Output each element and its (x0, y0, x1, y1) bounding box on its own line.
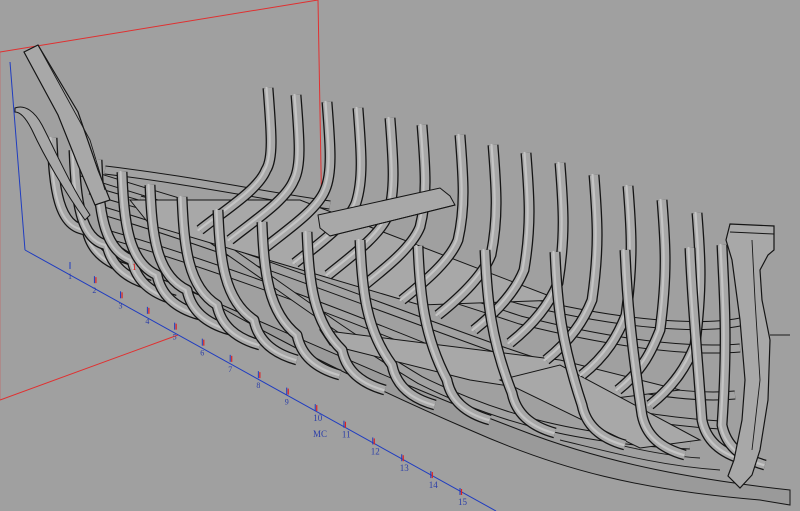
station-label: 5 (173, 333, 177, 342)
station-tick: 4 (145, 306, 150, 326)
station-tick: 2 (92, 276, 97, 295)
station-label: 12 (371, 446, 380, 456)
station-tick: 8 (256, 371, 261, 390)
station-label: 4 (145, 317, 149, 326)
station-label: 15 (458, 497, 468, 507)
station-tick: 5 (173, 322, 177, 342)
station-tick: 12 (371, 437, 380, 456)
station-tick: 13 (400, 454, 410, 473)
station-tick: 10 (313, 404, 323, 423)
station-label: 13 (400, 463, 410, 473)
station-label: 3 (119, 301, 123, 310)
station-tick: 6 (200, 338, 205, 358)
station-tick: 3 (119, 291, 123, 310)
station-tick: 11 (342, 420, 351, 440)
station-label: 6 (200, 349, 204, 358)
station-label: 7 (228, 365, 232, 374)
station-label: 8 (256, 381, 260, 390)
station-label: 1 (68, 272, 72, 281)
extra-marker-label: 1 (132, 262, 137, 272)
3d-viewport[interactable]: 1 2 3 4 5 6 7 8 9 10 11 12 13 14 15 MC 1 (0, 0, 800, 511)
station-tick: 9 (285, 387, 289, 407)
station-label: 2 (92, 286, 96, 295)
station-label: 9 (285, 398, 289, 407)
station-tick: 14 (429, 471, 439, 490)
midship-label: MC (313, 429, 327, 439)
station-tick: 1 (68, 262, 72, 281)
station-tick: 7 (228, 354, 233, 374)
station-label: 10 (313, 413, 323, 423)
hull-wireframe-model[interactable]: 123456789101112131415 MC 1 (0, 0, 800, 511)
station-label: 14 (429, 480, 439, 490)
station-label: 11 (342, 430, 351, 440)
